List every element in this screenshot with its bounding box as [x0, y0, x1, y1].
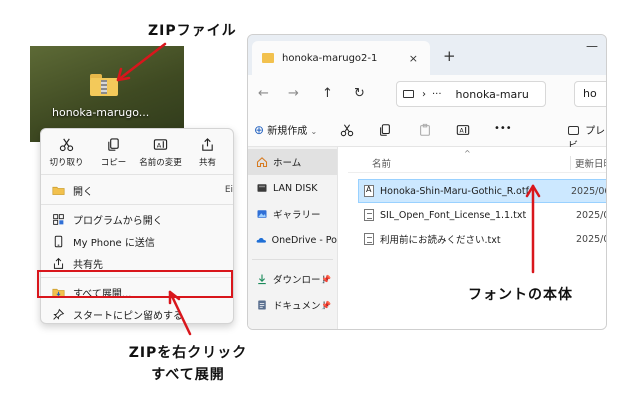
close-tab-button[interactable]: × [409, 52, 418, 65]
home-icon [256, 157, 268, 168]
copy-icon [108, 138, 119, 151]
cut-button[interactable]: 切り取り [45, 137, 89, 168]
scissors-icon[interactable] [340, 123, 354, 137]
forward-arrow-icon[interactable]: → [288, 86, 299, 101]
nav-item-downloads[interactable]: ダウンロード 📌 [248, 266, 337, 292]
share-to-icon [53, 257, 63, 269]
zip-folder-icon[interactable] [90, 74, 118, 96]
address-path[interactable]: › ··· honoka-maru [396, 81, 546, 107]
open-with-icon [52, 213, 64, 225]
nav-item-home[interactable]: ホーム [248, 149, 337, 175]
lan-disk-icon [257, 184, 267, 192]
folder-open-icon [51, 186, 65, 195]
sort-chevron-icon: ^ [464, 149, 471, 158]
paste-icon[interactable] [418, 123, 432, 137]
copy-button[interactable]: コピー [92, 137, 136, 168]
pin-icon [52, 308, 64, 320]
annotation-right-click: ZIPを右クリック すべて展開 [128, 345, 248, 383]
extract-all-highlight [37, 270, 233, 298]
file-row-license[interactable]: SIL_Open_Font_License_1.1.txt 2025/06 [348, 203, 606, 227]
screenshot-stage: honoka-marugo... 切り取り コピー A 名前の変更 共有 開く … [0, 0, 638, 402]
file-row-font[interactable]: Honoka-Shin-Maru-Gothic_R.otf 2025/06 [358, 179, 606, 203]
file-row-readme[interactable]: 利用前にお読みください.txt 2025/06 [348, 227, 606, 251]
scissors-icon [59, 138, 74, 152]
column-header: 名前 ^ 更新日時 [348, 147, 606, 173]
phone-icon [54, 235, 62, 247]
chevron-right-icon: › [422, 88, 426, 100]
gallery-icon [257, 210, 267, 218]
onedrive-icon [256, 237, 266, 243]
menu-item-pin-to-start[interactable]: スタートにピン留めする [41, 303, 233, 325]
chevron-down-icon: ⌄ [310, 127, 318, 136]
new-item-button[interactable]: ⊕ 新規作成 ⌄ [254, 122, 317, 137]
documents-icon [258, 300, 266, 310]
download-icon [258, 274, 266, 285]
column-name[interactable]: 名前 [372, 156, 391, 170]
address-bar: ← → ↑ ↻ › ··· honoka-maru ho [248, 75, 606, 113]
pin-icon: 📌 [321, 274, 331, 284]
context-menu-list: 開く Ei プログラムから開く My Phone に送信 共有先 すべて展開..… [41, 175, 233, 325]
preview-pane-icon [568, 126, 579, 135]
command-bar: ⊕ 新規作成 ⌄ A ••• プレビ [248, 113, 606, 152]
minimize-button[interactable]: — [586, 39, 598, 53]
pin-icon: 📌 [321, 300, 331, 310]
share-icon [202, 138, 213, 151]
new-plus-icon: ⊕ [254, 123, 265, 137]
search-input[interactable]: ho [574, 81, 606, 107]
navigation-pane: ホーム LAN DISK ギャラリー OneDrive - Po ダウンロード … [248, 147, 338, 329]
nav-item-documents[interactable]: ドキュメント 📌 [248, 292, 337, 318]
annotation-zip-file: ZIPファイル [148, 23, 237, 39]
nav-item-onedrive[interactable]: OneDrive - Po [248, 227, 337, 253]
annotation-font-body: フォントの本体 [468, 287, 573, 303]
new-tab-button[interactable]: + [443, 47, 456, 65]
rename-button[interactable]: A 名前の変更 [139, 137, 183, 168]
context-menu-toolbar: 切り取り コピー A 名前の変更 共有 [41, 129, 233, 175]
rename-icon[interactable]: A [456, 123, 470, 137]
text-file-icon [364, 209, 374, 221]
svg-text:A: A [157, 141, 162, 149]
refresh-icon[interactable]: ↻ [354, 86, 365, 101]
more-options-button[interactable]: ••• [494, 123, 512, 134]
folder-icon [262, 53, 274, 63]
nav-item-lan-disk[interactable]: LAN DISK [248, 175, 337, 201]
share-button[interactable]: 共有 [186, 137, 230, 168]
font-file-icon [364, 185, 374, 197]
tab-bar: honoka-marugo2-1 × + — [248, 35, 606, 75]
column-modified[interactable]: 更新日時 [570, 156, 606, 170]
ellipsis-icon: ··· [432, 88, 442, 100]
copy-icon[interactable] [378, 123, 392, 137]
nav-item-gallery[interactable]: ギャラリー [248, 201, 337, 227]
text-file-icon [364, 233, 374, 245]
monitor-icon [403, 90, 414, 98]
rename-icon: A [153, 139, 168, 150]
tab-honoka-marugo[interactable]: honoka-marugo2-1 × [252, 41, 430, 75]
zip-file-label[interactable]: honoka-marugo... [52, 106, 149, 119]
svg-text:A: A [460, 128, 465, 135]
menu-item-open[interactable]: 開く Ei [41, 179, 233, 201]
back-arrow-icon[interactable]: ← [258, 86, 269, 101]
menu-item-open-with[interactable]: プログラムから開く [41, 208, 233, 230]
menu-item-send-to-phone[interactable]: My Phone に送信 [41, 230, 233, 252]
up-arrow-icon[interactable]: ↑ [322, 86, 333, 101]
